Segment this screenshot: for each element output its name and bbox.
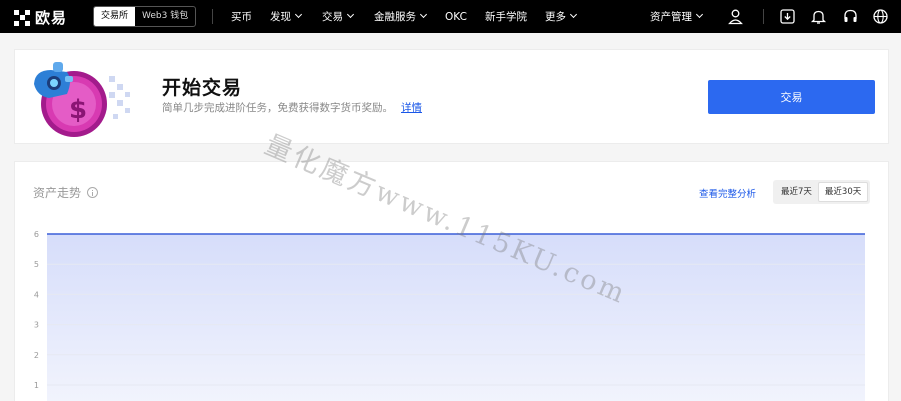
nav-item-academy[interactable]: 新手学院 xyxy=(485,0,527,33)
y-tick-label: 1 xyxy=(34,381,39,390)
range-30d-option[interactable]: 最近30天 xyxy=(817,182,869,202)
y-tick-label: 3 xyxy=(34,321,39,330)
nav-divider xyxy=(212,9,213,24)
nav-item-okc[interactable]: OKC xyxy=(445,0,467,33)
time-range-selector: 最近7天 最近30天 xyxy=(773,180,871,204)
y-tick-label: 5 xyxy=(34,260,39,269)
asset-trend-card: 资产走势 查看完整分析 最近7天 最近30天 6 5 4 3 2 1 xyxy=(14,161,889,401)
download-icon[interactable] xyxy=(779,8,796,25)
user-icon[interactable] xyxy=(727,8,744,25)
mode-web3-wallet-tab[interactable]: Web3 钱包 xyxy=(135,7,195,26)
y-tick-label: 6 xyxy=(34,230,39,239)
info-icon[interactable] xyxy=(87,187,99,198)
asset-trend-chart-svg: 6 5 4 3 2 1 xyxy=(34,230,865,401)
headset-icon[interactable] xyxy=(842,8,859,25)
series-area xyxy=(47,234,865,401)
details-link[interactable]: 详情 xyxy=(401,102,422,114)
mascot-illustration: $ xyxy=(34,62,130,137)
full-analysis-link[interactable]: 查看完整分析 xyxy=(699,186,756,200)
nav-item-more[interactable]: 更多 xyxy=(545,0,578,33)
start-trading-description-text: 简单几步完成进阶任务，免费获得数字货币奖励。 xyxy=(162,102,393,114)
nav-item-finance[interactable]: 金融服务 xyxy=(374,0,428,33)
asset-trend-chart: 6 5 4 3 2 1 xyxy=(15,222,890,401)
start-trading-description: 简单几步完成进阶任务，免费获得数字货币奖励。 详情 xyxy=(162,100,422,115)
asset-trend-title-text: 资产走势 xyxy=(33,186,82,200)
nav-item-discover[interactable]: 发现 xyxy=(270,0,303,33)
nav-item-trade[interactable]: 交易 xyxy=(322,0,355,33)
chevron-down-icon xyxy=(346,10,355,19)
chevron-down-icon xyxy=(695,10,704,19)
asset-management-menu[interactable]: 资产管理 xyxy=(650,0,704,33)
y-tick-label: 4 xyxy=(34,290,39,299)
start-trading-card: $ 开始交易 简单几步完成进阶任务，免费获得数字货币奖励。 详情 交易 xyxy=(14,49,889,144)
range-7d-option[interactable]: 最近7天 xyxy=(775,182,818,202)
logo[interactable]: 欧易 xyxy=(14,7,67,28)
top-navigation-bar: 欧易 交易所 Web3 钱包 买币 发现 交易 金融服务 OKC 新手学院 更多… xyxy=(0,0,901,33)
svg-text:$: $ xyxy=(69,95,87,125)
logo-mark-icon xyxy=(14,9,30,26)
chevron-down-icon xyxy=(419,10,428,19)
y-tick-label: 2 xyxy=(34,351,39,360)
nav-divider xyxy=(763,9,764,24)
mode-exchange-tab[interactable]: 交易所 xyxy=(94,7,136,26)
chevron-down-icon xyxy=(569,10,578,19)
nav-item-buy-crypto[interactable]: 买币 xyxy=(231,0,252,33)
trade-button[interactable]: 交易 xyxy=(708,80,875,114)
chevron-down-icon xyxy=(294,10,303,19)
bell-icon[interactable] xyxy=(810,8,827,25)
start-trading-title: 开始交易 xyxy=(162,77,243,99)
globe-icon[interactable] xyxy=(872,8,889,25)
mode-switch: 交易所 Web3 钱包 xyxy=(93,6,197,27)
asset-trend-title: 资产走势 xyxy=(33,184,99,201)
logo-text: 欧易 xyxy=(35,9,68,27)
